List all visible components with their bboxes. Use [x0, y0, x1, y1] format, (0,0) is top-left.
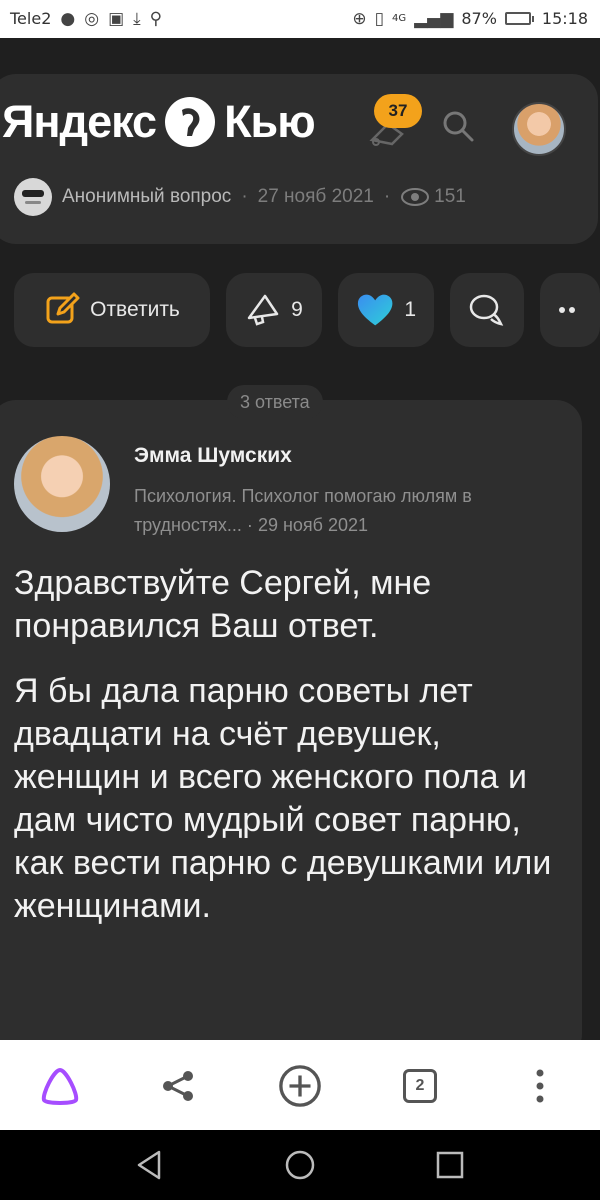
repost-count: 9: [291, 298, 303, 321]
answer-paragraph: Я бы дала парню советы лет двадцати на с…: [14, 672, 552, 925]
battery-percent: 87%: [461, 9, 497, 28]
system-navigation-bar: [0, 1130, 600, 1200]
answer-author-name[interactable]: Эмма Шумских: [134, 444, 292, 468]
megaphone-icon: [247, 294, 279, 326]
share-button[interactable]: [156, 1064, 200, 1108]
anonymous-user-icon: [14, 178, 52, 216]
browser-toolbar: 2: [0, 1040, 600, 1130]
user-avatar[interactable]: [512, 102, 566, 156]
more-actions-button[interactable]: [540, 273, 600, 347]
notifications-badge[interactable]: 37: [374, 94, 422, 128]
views-count: 151: [434, 186, 466, 207]
comments-icon: [469, 294, 504, 326]
status-bar: Tele2 ● ◎ ▣ ⤓ ⚲ ⊕ ▯ 4G ▂▄▆ 87% 15:18: [0, 0, 600, 38]
separator: ·: [241, 186, 248, 207]
more-dots-icon: [559, 307, 575, 313]
plus-circle-icon: [279, 1065, 321, 1107]
vertical-dots-icon: [536, 1069, 544, 1103]
comments-button[interactable]: [450, 273, 524, 347]
tabs-count: 2: [403, 1069, 437, 1103]
q-logo-icon: [165, 97, 216, 147]
browser-menu-button[interactable]: [518, 1064, 562, 1108]
answers-count-label: 3 ответа: [227, 385, 323, 419]
answer-date: 29 нояб 2021: [257, 515, 369, 535]
alice-button[interactable]: [38, 1064, 82, 1108]
back-icon[interactable]: [133, 1148, 167, 1182]
recents-icon[interactable]: [433, 1148, 467, 1182]
repost-button[interactable]: 9: [226, 273, 322, 347]
data-saver-icon: ⊕: [352, 8, 367, 29]
heart-icon: [357, 294, 393, 326]
tabs-button[interactable]: 2: [398, 1064, 442, 1108]
eye-icon: [401, 188, 430, 206]
status-bar-right: ⊕ ▯ 4G ▂▄▆ 87% 15:18: [352, 9, 588, 28]
like-button[interactable]: 1: [338, 273, 434, 347]
reply-label: Ответить: [90, 298, 180, 321]
search-icon[interactable]: [440, 108, 476, 144]
separator: ·: [246, 515, 253, 535]
alice-icon: [41, 1068, 79, 1105]
question-actions: Ответить 9 1: [14, 273, 600, 347]
signal-icon: ▂▄▆: [414, 8, 454, 29]
separator: ·: [383, 186, 391, 207]
reply-button[interactable]: Ответить: [14, 273, 210, 347]
answer-body: Здравствуйте Сергей, мне понравился Ваш …: [14, 562, 574, 950]
new-tab-button[interactable]: [278, 1064, 322, 1108]
logo-text-q: Кью: [224, 96, 316, 147]
question-meta: Анонимный вопрос · 27 нояб 2021 · 151: [14, 178, 466, 216]
question-date: 27 нояб 2021: [257, 186, 374, 207]
question-author[interactable]: Анонимный вопрос: [62, 186, 231, 208]
yandex-q-logo[interactable]: Яндекс Кью: [2, 96, 316, 148]
search-icon: ⚲: [149, 8, 163, 29]
vibrate-icon: ▯: [374, 8, 384, 29]
carrier-label: Tele2: [10, 9, 52, 28]
share-icon: [163, 1071, 193, 1101]
download-icon: ⤓: [133, 8, 141, 29]
clock: 15:18: [541, 9, 588, 28]
answer-paragraph: Здравствуйте Сергей, мне понравился Ваш …: [14, 564, 432, 645]
image-icon: ▣: [108, 8, 125, 29]
views-counter: 151: [400, 186, 466, 208]
answer-author-avatar[interactable]: [14, 436, 110, 532]
chat-bubble-icon: ●: [60, 8, 76, 29]
home-icon[interactable]: [283, 1148, 317, 1182]
network-type-label: 4G: [391, 12, 407, 24]
assistant-icon: ◎: [84, 8, 100, 29]
status-bar-left: Tele2 ● ◎ ▣ ⤓ ⚲: [10, 9, 162, 28]
like-count: 1: [404, 298, 416, 321]
battery-icon: [504, 12, 534, 25]
edit-icon: [46, 292, 80, 324]
answer-author-description: Психология. Психолог помогаю люлям в тру…: [134, 482, 554, 540]
logo-text-yandex: Яндекс: [2, 96, 157, 147]
